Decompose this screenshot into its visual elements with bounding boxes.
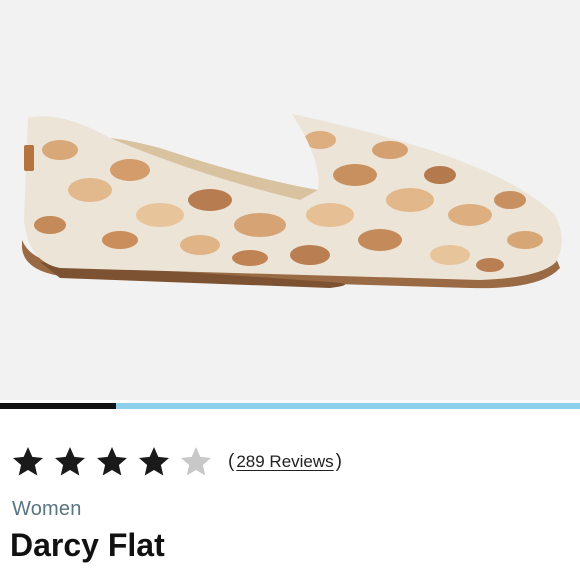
open-paren: (	[228, 451, 235, 472]
review-count: ( 289 Reviews )	[228, 451, 342, 473]
star-filled-icon	[10, 444, 46, 480]
gallery-progress-fill	[0, 403, 116, 409]
product-category: Women	[12, 498, 82, 520]
gallery-progress-bar	[0, 403, 580, 409]
star-empty-icon	[178, 444, 214, 480]
product-title: Darcy Flat	[10, 527, 165, 563]
close-paren: )	[335, 451, 342, 472]
rating-row: ( 289 Reviews )	[10, 442, 342, 482]
star-filled-icon	[136, 444, 172, 480]
star-filled-icon	[52, 444, 88, 480]
star-rating	[10, 444, 220, 480]
shoe-illustration	[22, 114, 562, 289]
product-image[interactable]	[0, 0, 580, 400]
reviews-link[interactable]: 289 Reviews	[236, 452, 333, 472]
star-filled-icon	[94, 444, 130, 480]
